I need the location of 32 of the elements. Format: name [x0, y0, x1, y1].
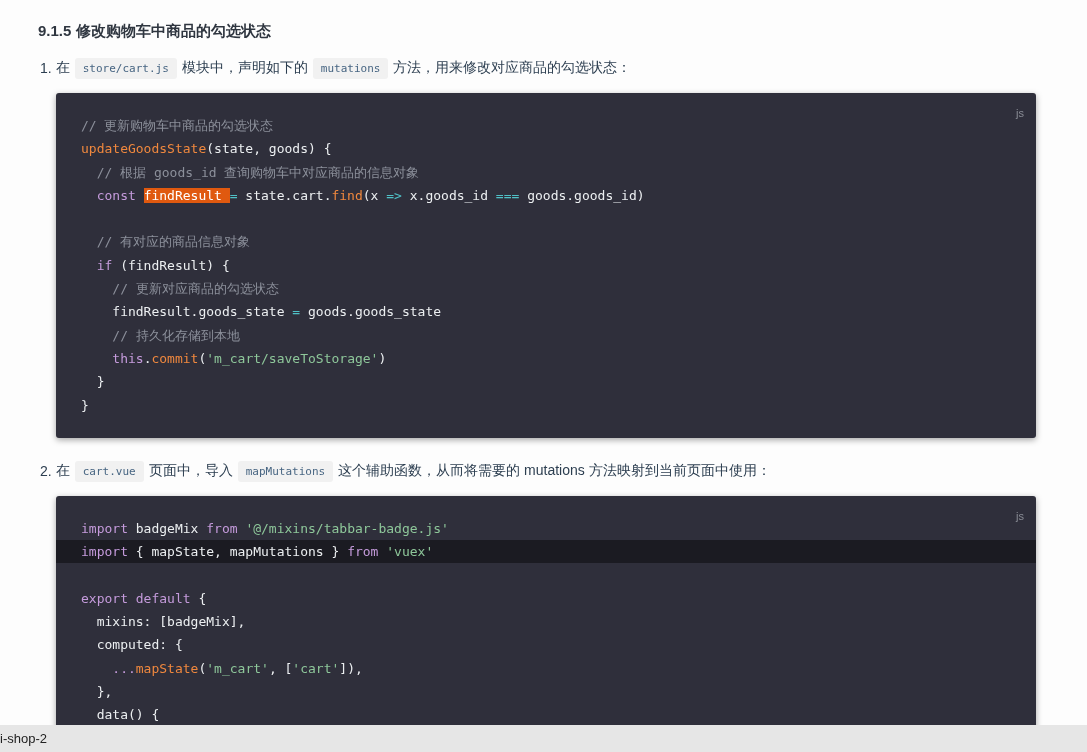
step-number: 2. — [40, 462, 52, 479]
inline-code: store/cart.js — [74, 58, 177, 79]
code-line: // 持久化存储到本地 — [111, 326, 241, 345]
code-line: mixins: [badgeMix], — [95, 613, 247, 632]
code-line: // 更新对应商品的勾选状态 — [111, 280, 280, 299]
code-line: // 更新购物车中商品的勾选状态 — [80, 117, 275, 135]
inline-code: cart.vue — [74, 460, 144, 482]
code-line: ...mapState('m_cart', ['cart']), — [111, 659, 364, 678]
step-number: 1. — [40, 60, 52, 76]
code-line: import badgeMix from '@/mixins/tabbar-badge.js' — [80, 519, 450, 538]
code-line: if (findResult) { — [95, 256, 231, 275]
code-line: export default { — [80, 589, 208, 608]
step-text: 在 store/cart.js 模块中，声明如下的 mutations 方法，用来修改对应商品的勾选状态： — [55, 55, 632, 81]
selected-text: findResult — [143, 187, 230, 203]
code-line: findResult.goods_state = goods.goods_state — [111, 303, 443, 322]
status-text: i-shop-2 — [0, 731, 47, 746]
code-line: const findResult = state.cart.find(x => x.goods_id === goods.goods_id) — [95, 186, 646, 205]
code-line: } — [95, 373, 106, 392]
section-heading: 9.1.5 修改购物车中商品的勾选状态 — [38, 21, 272, 41]
code-line: // 根据 goods_id 查询购物车中对应商品的信息对象 — [95, 163, 421, 182]
inline-code: mapMutations — [237, 460, 334, 482]
code-line: this.commit('m_cart/saveToStorage') — [111, 349, 388, 368]
code-line: computed: { — [95, 636, 184, 655]
inline-code: mutations — [312, 58, 389, 79]
code-line: }, — [95, 682, 114, 701]
language-label: js — [1016, 509, 1024, 522]
step-text: 在 cart.vue 页面中，导入 mapMutations 这个辅助函数，从而将需要的 mutations 方法映射到当前页面中使用： — [55, 457, 771, 484]
code-line: // 有对应的商品信息对象 — [95, 233, 252, 252]
code-line: } — [80, 396, 90, 415]
code-line: updateGoodsState(state, goods) { — [80, 140, 333, 159]
language-label: js — [1016, 107, 1024, 119]
code-line: data() { — [95, 706, 161, 725]
